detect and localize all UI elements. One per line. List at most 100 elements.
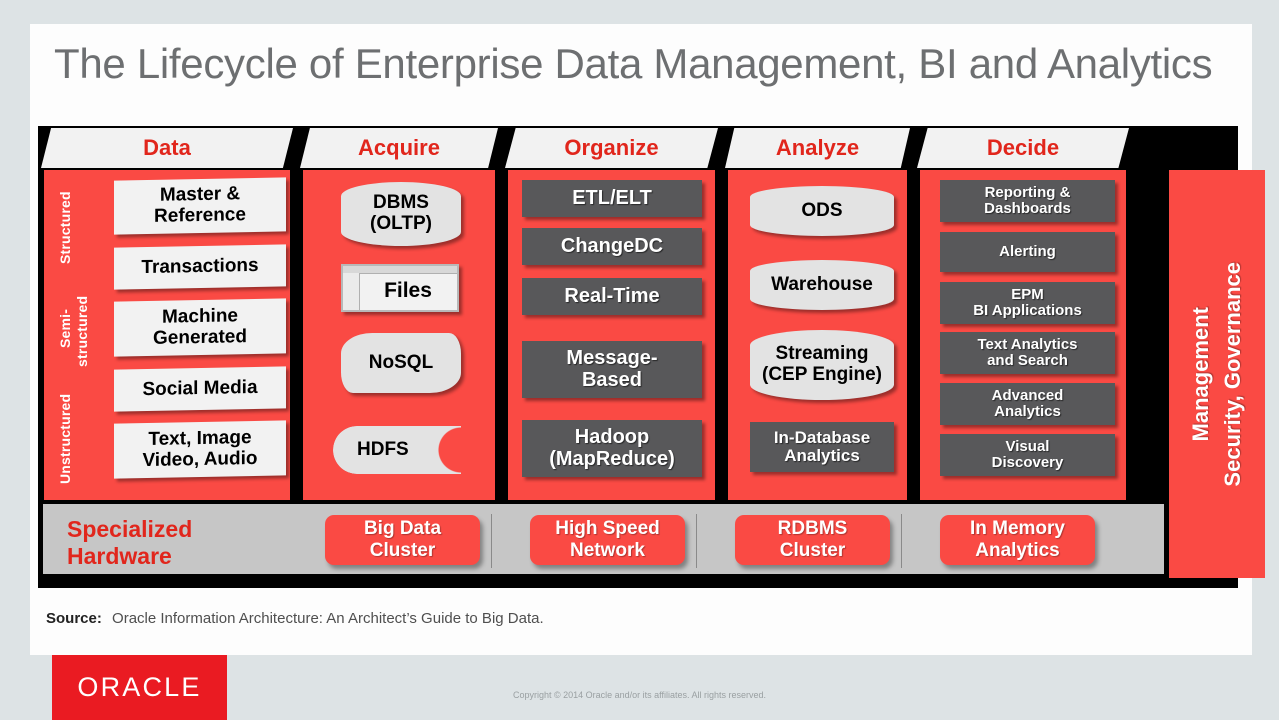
- specialized-hardware-label: Specialized Hardware: [67, 516, 297, 570]
- structure-label-structured: Structured: [57, 191, 73, 265]
- lifecycle-diagram: Data Acquire Organize Analyze Decide Str…: [38, 126, 1265, 588]
- structure-label-semi-structured-line2: structured: [74, 295, 90, 367]
- node-label-line1: Real-Time: [564, 284, 660, 307]
- columns-area: Structured Semi- structured Unstructured…: [38, 170, 1238, 500]
- node-alerting[interactable]: Alerting: [940, 232, 1115, 272]
- node-label-line2: Reference: [154, 204, 246, 227]
- column-decide: Reporting & Dashboards Alerting EPM BI A…: [917, 170, 1129, 500]
- node-label-line1: Advanced: [991, 386, 1064, 404]
- column-analyze: ODS Warehouse Streaming (CEP Engine) In-…: [725, 170, 910, 500]
- hardware-item-rdbms-cluster[interactable]: RDBMS Cluster: [735, 515, 890, 565]
- node-label-line1: Alerting: [999, 242, 1056, 260]
- node-warehouse[interactable]: Warehouse: [750, 260, 894, 310]
- node-label-line2: Analytics: [994, 403, 1061, 420]
- node-label-line2: Analytics: [784, 446, 860, 465]
- node-label-line1: Reporting &: [984, 183, 1071, 201]
- node-etl-elt[interactable]: ETL/ELT: [522, 180, 702, 217]
- node-text-analytics-and-search[interactable]: Text Analytics and Search: [940, 332, 1115, 374]
- node-master-reference[interactable]: Master & Reference: [114, 177, 286, 235]
- node-nosql[interactable]: NoSQL: [341, 333, 461, 393]
- column-header-label: Analyze: [775, 135, 860, 160]
- node-label-line2: Dashboards: [984, 200, 1071, 217]
- node-dbms-oltp[interactable]: DBMS (OLTP): [341, 182, 461, 246]
- column-header-label: Organize: [564, 135, 659, 160]
- node-machine-generated[interactable]: Machine Generated: [114, 298, 286, 357]
- copyright-text: Copyright © 2014 Oracle and/or its affil…: [512, 690, 767, 700]
- node-label-line1: NoSQL: [368, 351, 434, 373]
- slide-canvas: The Lifecycle of Enterprise Data Managem…: [30, 24, 1265, 655]
- hardware-separator: [901, 514, 902, 568]
- hardware-label-line1: Specialized: [67, 516, 193, 542]
- node-label-line1: HDFS: [357, 438, 409, 460]
- node-files[interactable]: Files: [341, 264, 459, 312]
- hardware-separator: [696, 514, 697, 568]
- node-label-line1: Social Media: [142, 376, 258, 400]
- node-hadoop-mapreduce[interactable]: Hadoop (MapReduce): [522, 420, 702, 477]
- node-label-line1: EPM: [1011, 285, 1044, 303]
- hardware-label-line2: Hardware: [67, 543, 172, 569]
- column-header-data[interactable]: Data: [41, 128, 293, 168]
- node-epm-bi-applications[interactable]: EPM BI Applications: [940, 282, 1115, 324]
- hardware-item-high-speed-network[interactable]: High Speed Network: [530, 515, 685, 565]
- node-streaming-cep-engine[interactable]: Streaming (CEP Engine): [750, 330, 894, 400]
- node-label-line1: Message-: [566, 346, 658, 369]
- node-social-media[interactable]: Social Media: [114, 366, 286, 412]
- node-label-line2: Generated: [153, 325, 247, 349]
- node-hdfs[interactable]: HDFS: [333, 426, 461, 474]
- node-ods[interactable]: ODS: [750, 186, 894, 236]
- hardware-item-line2: Cluster: [779, 540, 846, 561]
- node-label-line1: Text Analytics: [977, 335, 1078, 353]
- hardware-item-line2: Analytics: [975, 540, 1060, 561]
- node-label-line2: (CEP Engine): [762, 364, 882, 385]
- footer: ORACLE: [0, 655, 1279, 720]
- node-label-line1: Text, Image: [148, 426, 252, 450]
- column-header-analyze[interactable]: Analyze: [725, 128, 910, 168]
- node-label-line1: Transactions: [141, 254, 259, 278]
- column-header-acquire[interactable]: Acquire: [300, 128, 498, 168]
- node-label-line2: Discovery: [991, 454, 1064, 471]
- node-label-line2: Based: [581, 368, 643, 391]
- node-label-line1: ChangeDC: [560, 234, 664, 257]
- structure-label-semi-structured-line1: Semi-: [57, 308, 73, 348]
- node-label-line2: (MapReduce): [549, 447, 675, 470]
- node-visual-discovery[interactable]: Visual Discovery: [940, 434, 1115, 476]
- node-label-line2: (OLTP): [370, 213, 432, 234]
- oracle-logo: ORACLE: [52, 655, 227, 720]
- node-changedc[interactable]: ChangeDC: [522, 228, 702, 265]
- window-sidebar-icon: [343, 273, 360, 310]
- node-message-based[interactable]: Message- Based: [522, 341, 702, 398]
- node-label-line1: ETL/ELT: [572, 186, 652, 209]
- column-acquire: DBMS (OLTP) Files NoSQL HDFS: [300, 170, 498, 500]
- hardware-item-in-memory-analytics[interactable]: In Memory Analytics: [940, 515, 1095, 565]
- node-reporting-dashboards[interactable]: Reporting & Dashboards: [940, 180, 1115, 222]
- node-label-line1: Warehouse: [771, 273, 873, 295]
- column-header-label: Data: [143, 135, 191, 160]
- hardware-item-line2: Cluster: [369, 540, 436, 561]
- column-header-decide[interactable]: Decide: [917, 128, 1129, 168]
- node-in-database-analytics[interactable]: In-Database Analytics: [750, 422, 894, 472]
- column-header-label: Acquire: [358, 135, 440, 160]
- column-header-label: Decide: [986, 135, 1060, 160]
- node-label-line1: Machine: [161, 305, 239, 328]
- hardware-item-line1: RDBMS: [777, 518, 848, 539]
- hardware-item-big-data-cluster[interactable]: Big Data Cluster: [325, 515, 480, 565]
- hardware-item-line1: Big Data: [363, 518, 442, 539]
- governance-label-line1: Management: [1188, 306, 1213, 442]
- governance-label-line2: Security, Governance: [1220, 261, 1245, 487]
- governance-bar: Management Security, Governance: [1169, 170, 1265, 578]
- hardware-item-line1: In Memory: [969, 518, 1066, 539]
- node-label-line1: Visual: [1005, 437, 1050, 455]
- column-header-organize[interactable]: Organize: [505, 128, 718, 168]
- node-transactions[interactable]: Transactions: [114, 244, 286, 290]
- hardware-item-line2: Network: [570, 540, 645, 561]
- source-line: Source: Oracle Information Architecture:…: [46, 610, 544, 627]
- specialized-hardware-band: Specialized Hardware Big Data Cluster Hi…: [41, 502, 1166, 576]
- node-real-time[interactable]: Real-Time: [522, 278, 702, 315]
- node-advanced-analytics[interactable]: Advanced Analytics: [940, 383, 1115, 425]
- hardware-separator: [491, 514, 492, 568]
- source-text: Oracle Information Architecture: An Arch…: [112, 610, 544, 627]
- column-headers: Data Acquire Organize Analyze Decide: [38, 126, 1238, 168]
- node-label-line1: DBMS: [373, 192, 429, 214]
- node-label-line2: BI Applications: [973, 302, 1082, 319]
- node-text-image-video-audio[interactable]: Text, Image Video, Audio: [114, 420, 286, 479]
